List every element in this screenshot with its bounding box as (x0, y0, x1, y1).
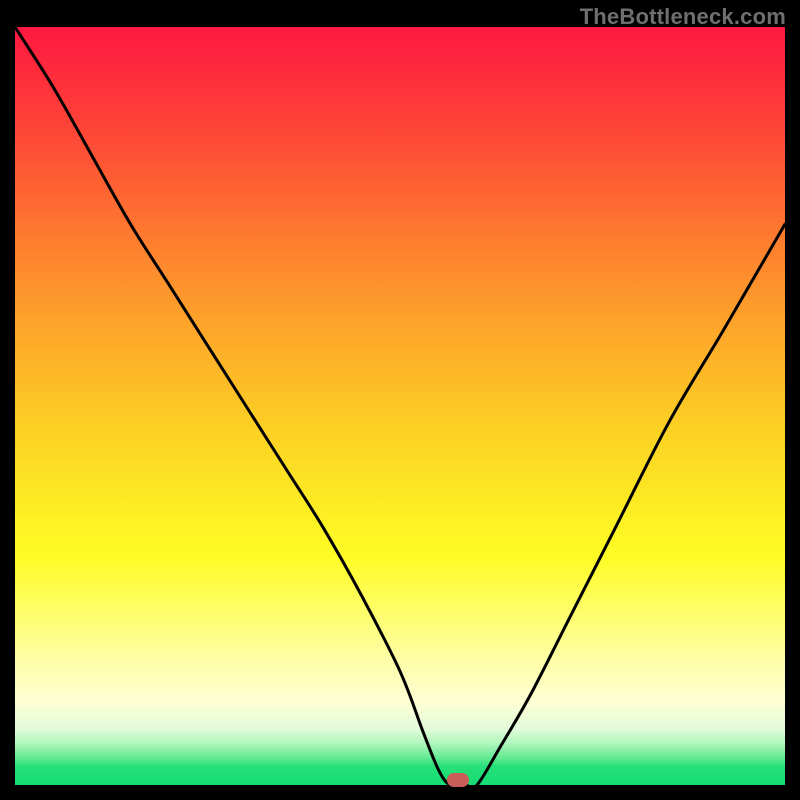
plot-area (15, 27, 785, 785)
chart-frame: TheBottleneck.com (0, 0, 800, 800)
bottleneck-curve (15, 27, 785, 785)
minimum-marker (447, 773, 469, 787)
